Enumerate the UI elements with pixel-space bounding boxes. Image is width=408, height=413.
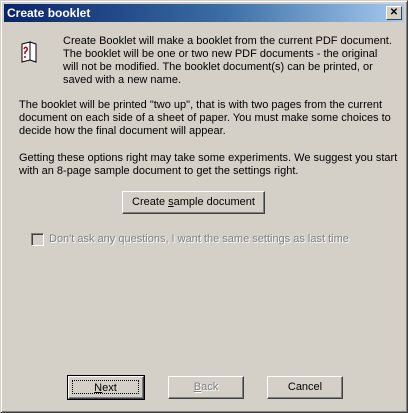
intro-text: Create Booklet will make a booklet from … (63, 35, 392, 86)
create-sample-document-button[interactable]: Create sample document (122, 191, 265, 214)
title-bar[interactable]: Create booklet ✕ (4, 4, 404, 22)
two-up-text: The booklet will be printed "two up", th… (19, 99, 391, 137)
back-accel: B (193, 381, 202, 393)
experiments-text: Getting these options right may take som… (19, 152, 398, 177)
back-post: ack (201, 381, 219, 393)
close-button[interactable]: ✕ (386, 6, 402, 20)
create-booklet-dialog: Create booklet ✕ Create Booklet will mak… (0, 0, 408, 413)
close-icon: ✕ (389, 7, 399, 18)
back-button[interactable]: Back (168, 376, 244, 399)
create-sample-post: ample document (173, 196, 255, 208)
booklet-document-icon (21, 41, 37, 63)
same-settings-checkbox[interactable] (31, 233, 44, 246)
next-button[interactable]: Next (67, 375, 145, 400)
next-focus-rect: Next (72, 380, 139, 394)
create-sample-pre: Create (132, 196, 169, 208)
next-accel: N (94, 382, 103, 394)
window-title: Create booklet (7, 6, 91, 20)
next-post: ext (102, 382, 117, 394)
cancel-button[interactable]: Cancel (267, 376, 343, 399)
same-settings-label: Don't ask any questions, I want the same… (49, 233, 349, 245)
